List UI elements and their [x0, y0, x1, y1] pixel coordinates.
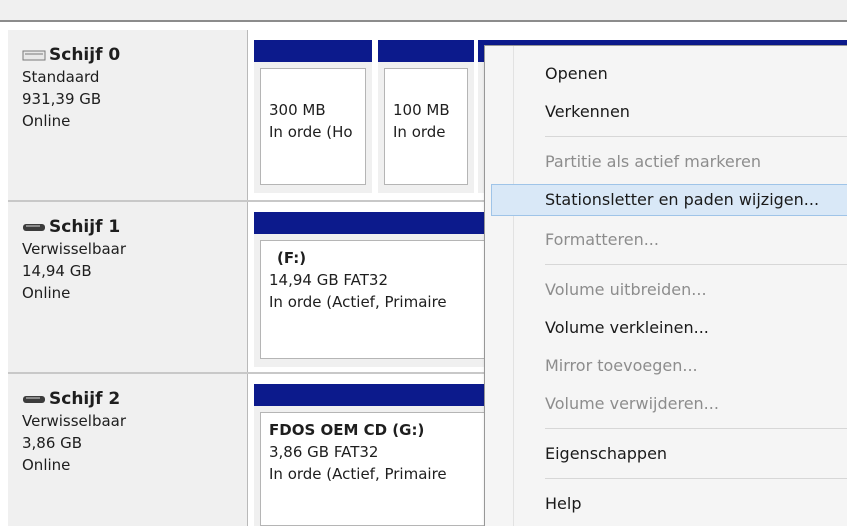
menu-item-format[interactable]: Formatteren... [491, 224, 847, 256]
menu-item-help[interactable]: Help [491, 488, 847, 520]
disk-status: Online [22, 112, 71, 130]
menu-separator [545, 136, 847, 137]
disk-info-0[interactable]: Schijf 0 Standaard 931,39 GB Online [8, 30, 248, 200]
menu-item-verkennen[interactable]: Verkennen [491, 96, 847, 128]
disk-size: 3,86 GB [22, 434, 83, 452]
disk-type: Standaard [22, 68, 100, 86]
menu-item-change-drive-letter[interactable]: Stationsletter en paden wijzigen... [491, 184, 847, 216]
partition-bar [378, 40, 474, 62]
partition-size: 300 MB [269, 101, 326, 119]
disk-type: Verwisselbaar [22, 412, 127, 430]
top-toolbar [0, 0, 847, 22]
menu-item-openen[interactable]: Openen [491, 58, 847, 90]
menu-separator [545, 478, 847, 479]
menu-item-add-mirror[interactable]: Mirror toevoegen... [491, 350, 847, 382]
menu-item-mark-active[interactable]: Partitie als actief markeren [491, 146, 847, 178]
menu-item-shrink-volume[interactable]: Volume verkleinen... [491, 312, 847, 344]
partition-bar [254, 40, 372, 62]
disk-status: Online [22, 284, 71, 302]
disk-status: Online [22, 456, 71, 474]
context-menu: Openen Verkennen Partitie als actief mar… [484, 45, 847, 526]
disk-size: 931,39 GB [22, 90, 102, 108]
removable-disk-icon [23, 224, 45, 231]
disk-name: Schijf 1 [49, 217, 121, 237]
partition-0-1[interactable]: 300 MB In orde (Ho [254, 40, 372, 193]
menu-item-extend-volume[interactable]: Volume uitbreiden... [491, 274, 847, 306]
disk-size: 14,94 GB [22, 262, 92, 280]
menu-item-delete-volume[interactable]: Volume verwijderen... [491, 388, 847, 420]
partition-size: 100 MB [393, 101, 450, 119]
disk-type: Verwisselbaar [22, 240, 127, 258]
disk-name: Schijf 2 [49, 389, 121, 409]
menu-item-properties[interactable]: Eigenschappen [491, 438, 847, 470]
partition-status: In orde [393, 123, 446, 141]
partition-0-2[interactable]: 100 MB In orde [378, 40, 474, 193]
disk-info-2[interactable]: Schijf 2 Verwisselbaar 3,86 GB Online [8, 374, 248, 526]
disk-name: Schijf 0 [49, 45, 121, 65]
removable-disk-icon [23, 396, 45, 403]
hard-disk-icon [22, 50, 46, 61]
disk-info-1[interactable]: Schijf 1 Verwisselbaar 14,94 GB Online [8, 202, 248, 372]
partition-status: In orde (Ho [269, 123, 353, 141]
menu-separator [545, 428, 847, 429]
menu-separator [545, 264, 847, 265]
